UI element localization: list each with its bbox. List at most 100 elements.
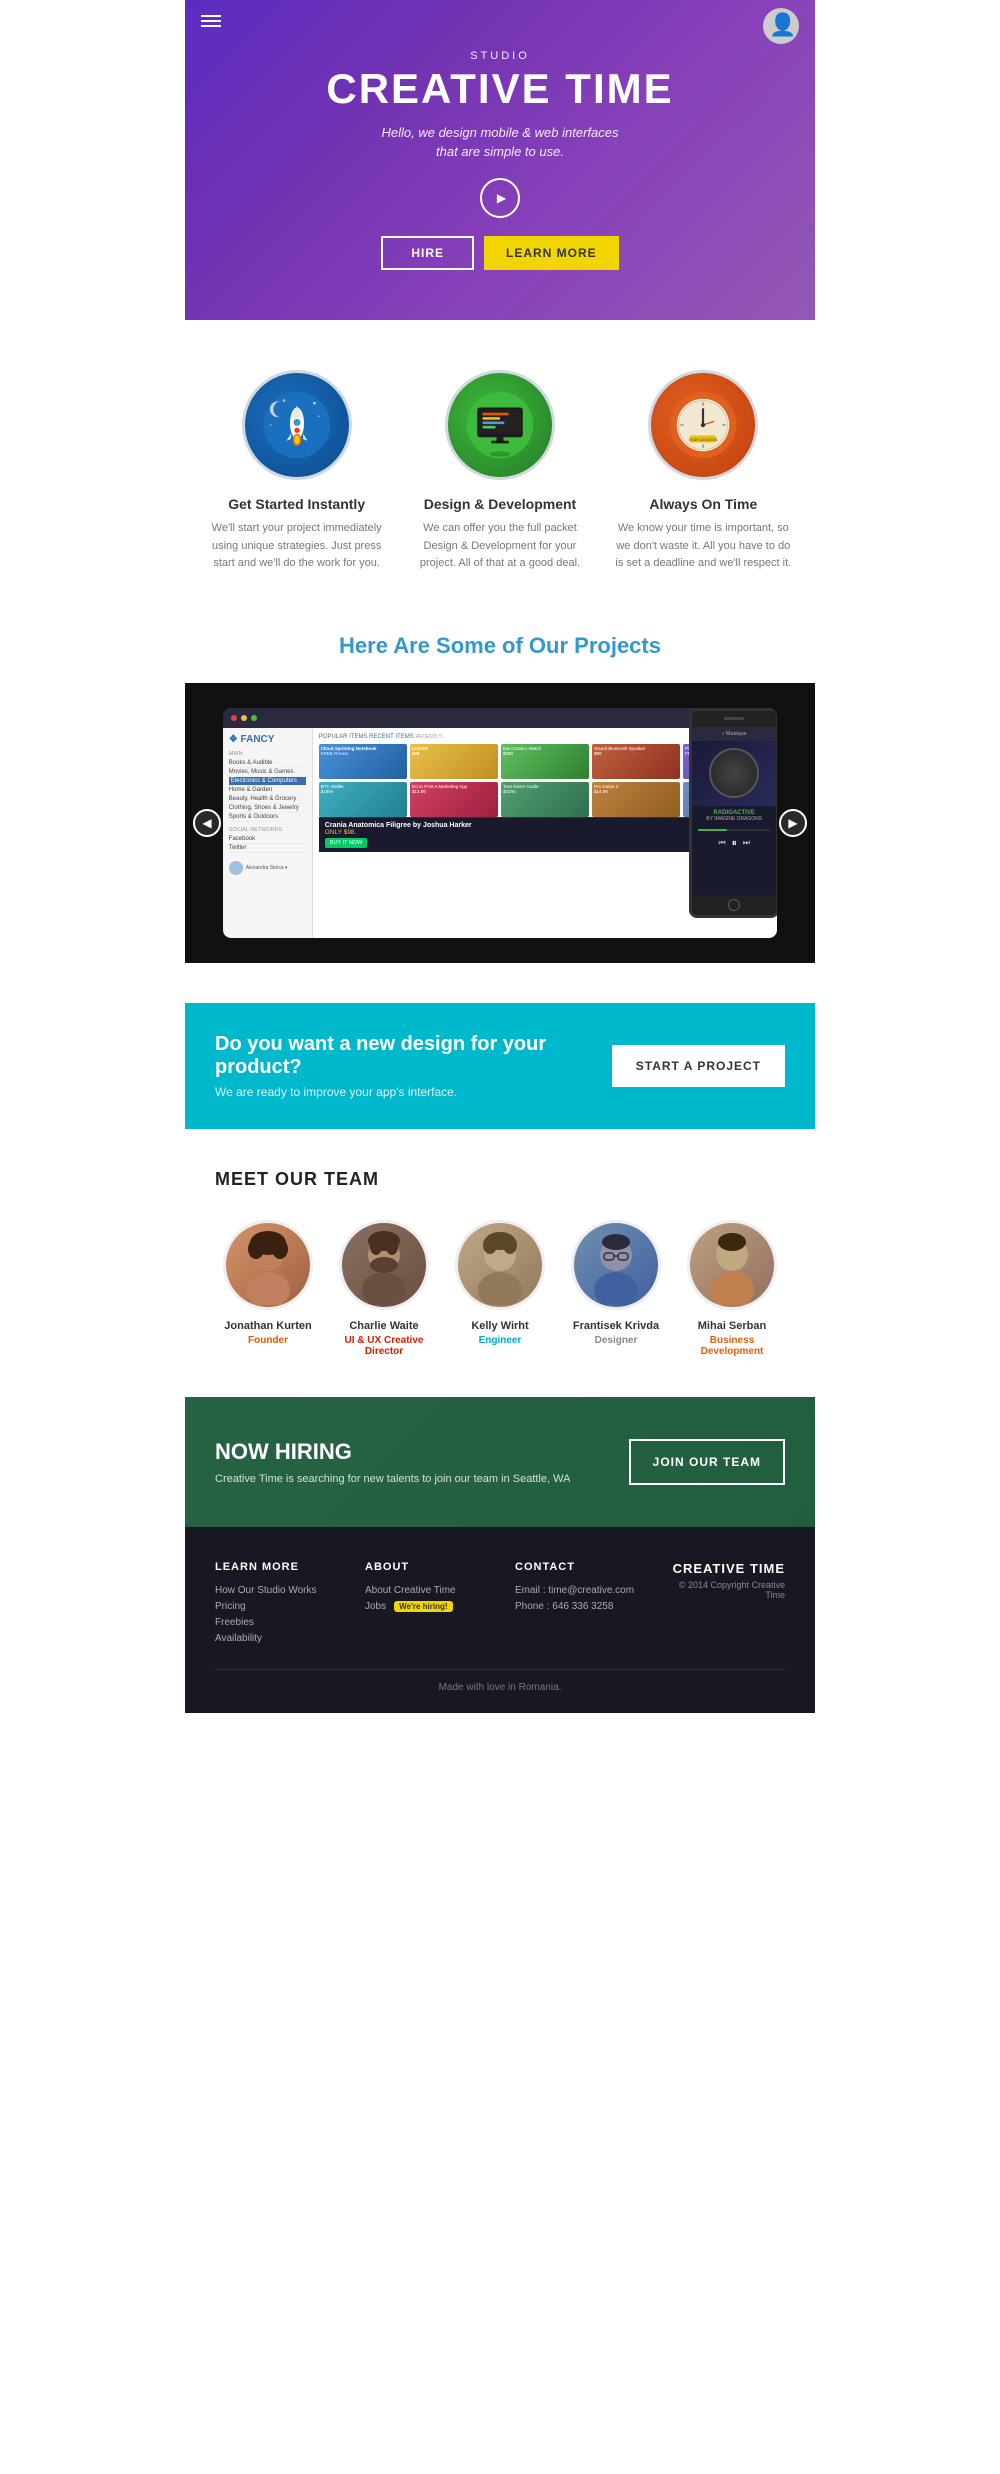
sidebar-item-2[interactable]: Movies, Music & Games <box>229 768 306 777</box>
hiring-section: NOW HIRING Creative Time is searching fo… <box>185 1397 815 1527</box>
team-member-3: Frantisek Krivda Designer <box>563 1220 669 1357</box>
dot-expand <box>251 715 257 721</box>
team-member-1: Charlie Waite UI & UX Creative Director <box>331 1220 437 1357</box>
window-dots <box>231 715 257 721</box>
product-cell-8[interactable]: True Razer Guide$10/m <box>501 782 589 817</box>
sidebar-facebook[interactable]: Facebook <box>229 835 306 844</box>
cta-heading: Do you want a new design for your produc… <box>215 1033 592 1079</box>
phone-controls: ⏮ ⏸ ⏭ <box>692 834 776 853</box>
hero-buttons: HIRE LEARN MORE <box>326 236 673 270</box>
product-cell-2[interactable]: LUXOR$49 <box>410 744 498 779</box>
footer-section: LEARN MORE How Our Studio Works Pricing … <box>185 1527 815 1713</box>
fancy-logo: ❖ FANCY <box>229 734 306 745</box>
phone-bottom <box>692 895 776 915</box>
footer-link-1-0[interactable]: About Creative Time <box>365 1585 485 1596</box>
hero-studio-label: STUDIO <box>326 50 673 62</box>
member-role-4: Business Development <box>679 1335 785 1357</box>
sidebar-item-6[interactable]: Clothing, Shoes & Jewelry <box>229 804 306 813</box>
footer-link-0-3[interactable]: Availability <box>215 1633 335 1644</box>
product-cell-7[interactable]: Go to Print A Marketing App$13.99 <box>410 782 498 817</box>
hiring-heading: NOW HIRING <box>215 1439 570 1465</box>
footer-col-title-1: ABOUT <box>365 1561 485 1573</box>
sidebar-item-7[interactable]: Sports & Outdoors <box>229 813 306 822</box>
hamburger-menu[interactable] <box>201 12 221 30</box>
pause-button[interactable]: ⏸ <box>732 838 737 849</box>
product-cell-4[interactable]: Sound Bluetooth Speaker$89 <box>592 744 680 779</box>
carousel-next-button[interactable]: ▶ <box>779 809 807 837</box>
footer-link-0-1[interactable]: Pricing <box>215 1601 335 1612</box>
features-section: Get Started Instantly We'll start your p… <box>185 320 815 613</box>
member-role-0: Founder <box>215 1335 321 1346</box>
play-button[interactable] <box>480 178 520 218</box>
member-role-3: Designer <box>563 1335 669 1346</box>
feature-item-design: Design & Development We can offer you th… <box>410 370 590 573</box>
screen-sidebar: ❖ FANCY MAIN Books & Audible Movies, Mus… <box>223 728 313 938</box>
projects-carousel: ◀ ❖ FANCY MAIN Books & Audible Movies, M… <box>185 683 815 963</box>
phone-home-button[interactable] <box>728 899 740 911</box>
member-role-2: Engineer <box>447 1335 553 1346</box>
user-avatar[interactable] <box>763 8 799 44</box>
member-role-1: UI & UX Creative Director <box>331 1335 437 1357</box>
feature-item-time: YOUR LOCATION Always On Time We know you… <box>613 370 793 573</box>
footer-link-0-2[interactable]: Freebies <box>215 1617 335 1628</box>
feature-desc-0: We'll start your project immediately usi… <box>207 520 387 573</box>
footer-brand-name: CREATIVE TIME <box>665 1561 785 1576</box>
carousel-screen: ❖ FANCY MAIN Books & Audible Movies, Mus… <box>223 708 777 938</box>
learn-more-button[interactable]: LEARN MORE <box>484 236 619 270</box>
footer-col-learn-more: LEARN MORE How Our Studio Works Pricing … <box>215 1561 335 1649</box>
sidebar-item-4[interactable]: Home & Garden <box>229 786 306 795</box>
product-cell-6[interactable]: BTC Wallet$19/m <box>319 782 407 817</box>
feature-item-rocket: Get Started Instantly We'll start your p… <box>207 370 387 573</box>
buy-button[interactable]: BUY IT NOW <box>325 838 368 848</box>
member-name-2: Kelly Wirht <box>447 1320 553 1332</box>
cta-text: Do you want a new design for your produc… <box>215 1033 592 1099</box>
sidebar-twitter[interactable]: Twitter <box>229 844 306 853</box>
member-name-4: Mihai Serban <box>679 1320 785 1332</box>
song-progress <box>698 829 770 831</box>
dot-minimize <box>241 715 247 721</box>
footer-made-with: Made with love in Romania. <box>439 1682 562 1693</box>
sidebar-item-5[interactable]: Beauty, Health & Grocery <box>229 795 306 804</box>
prev-track-button[interactable]: ⏮ <box>718 838 725 849</box>
footer-col-title-2: CONTACT <box>515 1561 635 1573</box>
start-project-button[interactable]: START A PROJECT <box>612 1045 785 1087</box>
join-our-team-button[interactable]: JOIN OUR TEAM <box>629 1439 785 1485</box>
sidebar-item-3[interactable]: Electronics & Computers <box>229 777 306 786</box>
team-member-0: Jonathan Kurten Founder <box>215 1220 321 1357</box>
jobs-badge: We're hiring! <box>394 1601 452 1612</box>
team-member-4: Mihai Serban Business Development <box>679 1220 785 1357</box>
footer-link-jobs[interactable]: Jobs <box>365 1601 386 1612</box>
footer-link-2-0[interactable]: Email : time@creative.com <box>515 1585 635 1596</box>
phone-speaker <box>724 717 744 720</box>
member-avatar-1 <box>339 1220 429 1310</box>
feature-title-1: Design & Development <box>410 496 590 512</box>
sidebar-label-social: SOCIAL NETWORKS <box>229 827 306 833</box>
team-member-2: Kelly Wirht Engineer <box>447 1220 553 1357</box>
member-avatar-4 <box>687 1220 777 1310</box>
hire-button[interactable]: HIRE <box>381 236 474 270</box>
product-cell-1[interactable]: Cloud Sprinting NotebookFREE Promo <box>319 744 407 779</box>
clock-icon: YOUR LOCATION <box>648 370 758 480</box>
footer-copyright: © 2014 Copyright Creative Time <box>665 1580 785 1600</box>
product-cell-3[interactable]: Ear Contour Watch$280 <box>501 744 589 779</box>
member-name-0: Jonathan Kurten <box>215 1320 321 1332</box>
phone-album-art <box>709 748 759 798</box>
projects-section: Here Are Some of Our Projects ◀ ❖ FANCY … <box>185 613 815 1003</box>
carousel-prev-button[interactable]: ◀ <box>193 809 221 837</box>
design-icon <box>445 370 555 480</box>
footer-link-0-0[interactable]: How Our Studio Works <box>215 1585 335 1596</box>
product-cell-9[interactable]: Pro Guitar 3$14.99 <box>592 782 680 817</box>
svg-text:YOUR LOCATION: YOUR LOCATION <box>689 438 718 442</box>
phone-overlay: ♪ Musique RADIOACTIVE BY IMAGINE DRAGONS <box>689 708 777 918</box>
feature-title-0: Get Started Instantly <box>207 496 387 512</box>
member-avatar-2 <box>455 1220 545 1310</box>
rocket-icon <box>242 370 352 480</box>
phone-album-art-container <box>692 741 776 806</box>
next-track-button[interactable]: ⏭ <box>743 838 750 849</box>
footer-link-2-1[interactable]: Phone : 646 336 3258 <box>515 1601 635 1612</box>
footer-col-contact: CONTACT Email : time@creative.com Phone … <box>515 1561 635 1649</box>
dot-close <box>231 715 237 721</box>
sidebar-item-1[interactable]: Books & Audible <box>229 759 306 768</box>
hero-title: CREATIVE TIME <box>326 66 673 112</box>
phone-app-header: ♪ Musique <box>692 727 776 741</box>
